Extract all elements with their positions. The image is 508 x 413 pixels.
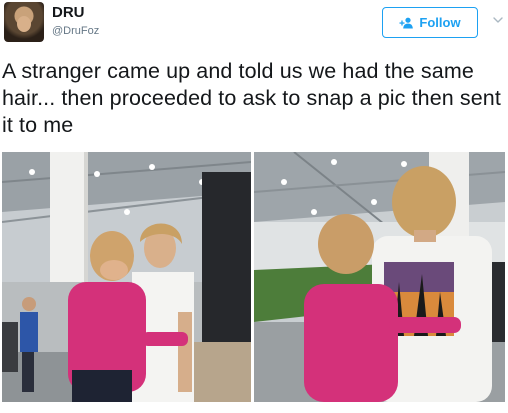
user-handle[interactable]: @DruFoz [52, 25, 99, 37]
add-person-icon [399, 17, 414, 28]
tweet-photo-1[interactable] [2, 152, 251, 402]
tweet-text: A stranger came up and told us we had th… [2, 59, 501, 137]
chevron-down-icon[interactable] [492, 14, 504, 26]
follow-button[interactable]: Follow [382, 7, 478, 38]
tweet-card: DRU @DruFoz Follow A stranger came up an… [0, 0, 508, 413]
follow-button-label: Follow [419, 15, 461, 30]
photo-2-image [254, 152, 505, 402]
avatar-face [17, 16, 31, 32]
photo-1-image [2, 152, 251, 402]
avatar[interactable] [4, 2, 44, 42]
tweet-photo-2[interactable] [254, 152, 505, 402]
user-display-name[interactable]: DRU [52, 4, 85, 21]
